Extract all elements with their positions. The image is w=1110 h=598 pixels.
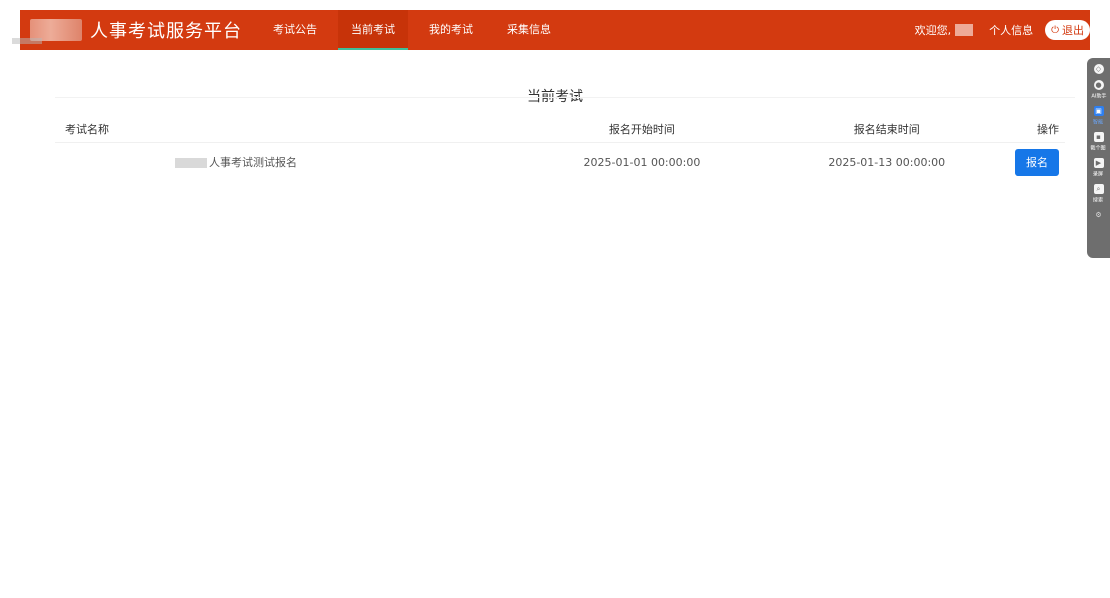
action-cell: 报名	[1014, 143, 1065, 182]
exam-name-redacted	[175, 158, 207, 168]
platform-title[interactable]: 人事考试服务平台	[90, 17, 242, 43]
toolbar-item-record[interactable]: ▶ 录屏	[1087, 158, 1110, 178]
logo-fragment	[12, 38, 42, 44]
profile-link[interactable]: 个人信息	[989, 22, 1033, 38]
page-icon: ▣	[1093, 106, 1104, 116]
table-row: 人事考试测试报名 2025-01-01 00:00:00 2025-01-13 …	[55, 143, 1065, 182]
exam-table: 考试名称 报名开始时间 报名结束时间 操作 人事考试测试报名 2025-01-0…	[55, 116, 1065, 181]
toolbar-label-search: 搜索	[1093, 197, 1104, 204]
search-icon: ⌕	[1093, 184, 1104, 194]
settings-icon: ⚙	[1095, 211, 1102, 219]
exam-name-cell: 人事考试测试报名	[55, 143, 524, 182]
end-time-cell: 2025-01-13 00:00:00	[828, 155, 946, 169]
logout-label: 退出	[1062, 24, 1084, 37]
ai-icon: ●	[1093, 80, 1104, 90]
toolbar-label-record: 录屏	[1093, 171, 1104, 178]
toolbar-item-shield[interactable]: ◇	[1087, 64, 1110, 74]
nav-item-my-exams[interactable]: 我的考试	[416, 10, 486, 50]
exam-name: 人事考试测试报名	[209, 156, 297, 169]
username-redacted	[955, 24, 974, 36]
record-icon: ▶	[1093, 158, 1104, 168]
power-icon: ⏻	[1051, 24, 1059, 36]
nav-item-collect-info[interactable]: 采集信息	[494, 10, 564, 50]
nav-item-current-exams[interactable]: 当前考试	[338, 10, 408, 50]
toolbar-label-ai: AI助手	[1090, 93, 1107, 100]
table-header-row: 考试名称 报名开始时间 报名结束时间 操作	[55, 116, 1065, 143]
column-header-start: 报名开始时间	[524, 116, 760, 143]
column-header-name: 考试名称	[55, 116, 525, 143]
section-title: 当前考试	[527, 89, 583, 105]
toolbar-item-ai[interactable]: ● AI助手	[1087, 80, 1110, 100]
toolbar-item-settings[interactable]: ⚙	[1087, 210, 1110, 220]
floating-toolbar: ◇ ● AI助手 ▣ 智能 ▪ 截个图 ▶ 录屏 ⌕ 搜索 ⚙	[1087, 58, 1110, 258]
toolbar-label-page: 智能	[1093, 119, 1104, 126]
shield-icon: ◇	[1093, 64, 1104, 74]
signup-button[interactable]: 报名	[1015, 148, 1059, 176]
welcome-text: 欢迎您,	[914, 24, 952, 37]
toolbar-item-screenshot[interactable]: ▪ 截个图	[1087, 132, 1110, 152]
toolbar-item-search[interactable]: ⌕ 搜索	[1087, 184, 1110, 204]
user-area: 欢迎您, 个人信息 ⏻ 退出	[915, 20, 1090, 40]
column-header-end: 报名结束时间	[759, 116, 1014, 143]
main-nav: 考试公告 当前考试 我的考试 采集信息	[256, 10, 568, 50]
screenshot-icon: ▪	[1093, 132, 1104, 142]
toolbar-label-screenshot: 截个图	[1090, 145, 1107, 152]
logout-button[interactable]: ⏻ 退出	[1045, 20, 1090, 40]
column-header-op: 操作	[1014, 116, 1065, 143]
toolbar-item-page[interactable]: ▣ 智能	[1087, 106, 1110, 126]
start-time-cell: 2025-01-01 00:00:00	[583, 155, 701, 169]
title-divider	[55, 97, 1075, 98]
app-root: 人事考试服务平台 考试公告 当前考试 我的考试 采集信息 欢迎您, 个人信息 ⏻…	[0, 0, 1110, 598]
top-navigation-bar: 人事考试服务平台 考试公告 当前考试 我的考试 采集信息 欢迎您, 个人信息 ⏻…	[20, 10, 1090, 50]
nav-item-announcements[interactable]: 考试公告	[260, 10, 330, 50]
